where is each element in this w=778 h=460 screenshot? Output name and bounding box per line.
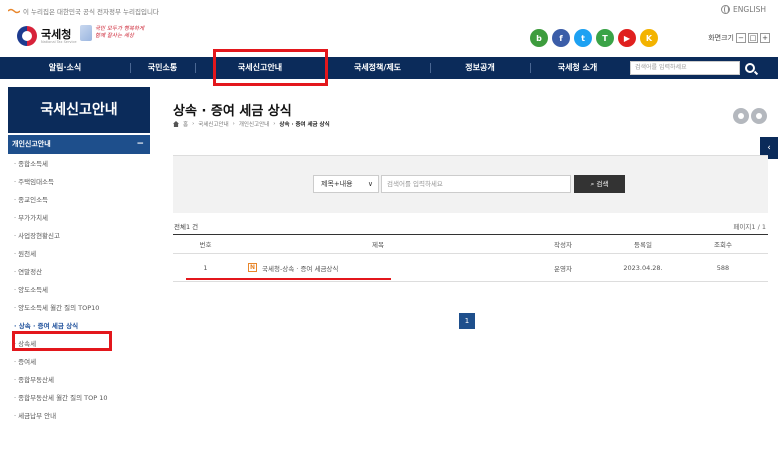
breadcrumb-item[interactable]: 국세신고안내 [198,120,228,128]
row-views: 588 [716,263,730,272]
sidebar-subtitle-label: 개인신고안내 [12,140,51,148]
nav-search-input[interactable]: 검색어를 입력하세요 [630,61,740,75]
sidebar-item[interactable]: · 상속 · 증여 세금 상식 [14,322,150,330]
kakao-icon[interactable]: K [640,29,658,47]
breadcrumb-sep: › [192,121,195,127]
col-views: 조회수 [714,241,732,249]
print-icon[interactable] [751,108,767,124]
sidebar-item[interactable]: · 종교인소득 [14,196,150,204]
search-panel: 제목+내용 ∨ 검색어를 입력하세요 ⌕ 검색 [173,155,768,213]
talk-icon[interactable]: T [596,29,614,47]
page-info: 페이지1 / 1 [733,223,766,231]
slogan: 국민 모두가 행복하게 함께 잘사는 세상 [80,25,144,41]
sidebar-item[interactable]: · 사업장현황신고 [14,232,150,240]
font-reset-button[interactable]: □ [748,33,758,43]
gov-banner-text: 이 누리집은 대한민국 공식 전자정부 누리집입니다 [23,8,159,16]
sidebar-item[interactable]: · 양도소득세 월간 질의 TOP10 [14,304,150,312]
col-writer: 작성자 [554,241,572,249]
sidebar-item[interactable]: · 종합부동산세 월간 질의 TOP 10 [14,394,150,402]
col-number: 번호 [199,241,212,249]
pagination-current[interactable]: 1 [459,313,475,329]
site-logo-name: 국세청 [41,27,72,41]
sns-links: b f t T ▶ K [530,29,658,47]
nav-item-communication[interactable]: 국민소통 [130,57,195,79]
row-date: 2023.04.28. [623,263,663,272]
chevron-down-icon: ∨ [367,180,373,188]
search-icon [745,63,755,73]
breadcrumb-home[interactable]: 홈 [183,120,188,128]
slogan-mark-icon [80,25,92,41]
font-decrease-button[interactable]: − [736,33,746,43]
search-scope-select[interactable]: 제목+내용 ∨ [313,175,379,193]
post-table: 번호 제목 작성자 등록일 조회수 1 N 국세청-상속 · 증여 세금상식 운… [173,234,768,282]
facebook-icon[interactable]: f [552,29,570,47]
share-icon[interactable] [733,108,749,124]
breadcrumb-current: 상속 · 증여 세금 상식 [279,122,330,128]
home-icon[interactable] [173,121,179,127]
sidebar-subtitle[interactable]: 개인신고안내 − [8,135,150,154]
gov-banner: 이 누리집은 대한민국 공식 전자정부 누리집입니다 ENGLISH [0,0,778,22]
sidebar-item[interactable]: · 세금납부 안내 [14,412,150,420]
sidebar-item[interactable]: · 종합부동산세 [14,376,150,384]
breadcrumb: 홈 › 국세신고안내 › 개인신고안내 › 상속 · 증여 세금 상식 [173,120,330,128]
col-title: 제목 [372,241,384,249]
search-icon: ⌕ [590,180,595,188]
slogan-line1: 국민 모두가 행복하게 [95,26,145,32]
search-button[interactable]: ⌕ 검색 [574,175,625,193]
sidebar-item[interactable]: · 종합소득세 [14,160,150,168]
row-title-cell[interactable]: N 국세청-상속 · 증여 세금상식 [238,263,518,273]
nav-item-news[interactable]: 알림·소식 [0,57,130,79]
sidebar-item[interactable]: · 원천세 [14,250,150,258]
search-input[interactable]: 검색어를 입력하세요 [381,175,571,193]
col-date: 등록일 [634,241,652,249]
nav-item-about[interactable]: 국세청 소개 [530,57,625,79]
site-logo-sub: National Tax Service [41,39,77,44]
blog-icon[interactable]: b [530,29,548,47]
english-label: ENGLISH [733,5,766,14]
sidebar-item[interactable]: · 연말정산 [14,268,150,276]
new-badge-icon: N [248,263,257,272]
breadcrumb-item[interactable]: 개인신고안내 [239,120,269,128]
youtube-icon[interactable]: ▶ [618,29,636,47]
globe-icon [721,5,731,14]
slogan-line2: 함께 잘사는 세상 [95,33,134,39]
sidebar-item[interactable]: · 양도소득세 [14,286,150,294]
row-title[interactable]: 국세청-상속 · 증여 세금상식 [262,263,338,273]
page-title: 상속 · 증여 세금 상식 [173,104,292,119]
sidebar-item[interactable]: · 증여세 [14,358,150,366]
breadcrumb-sep: › [273,121,276,127]
sidebar-menu: · 종합소득세 · 주택임대소득 · 종교인소득 · 부가가치세 · 사업장현황신고 · … [14,160,150,430]
nts-emblem-icon [17,26,37,46]
gov-mark-icon [8,8,20,14]
search-scope-value: 제목+내용 [321,180,353,188]
table-header: 번호 제목 작성자 등록일 조회수 [173,234,768,254]
nav-active-highlight [213,49,328,86]
nav-item-disclosure[interactable]: 정보공개 [430,57,530,79]
site-logo[interactable]: 국세청 National Tax Service [17,26,77,46]
nav-search-button[interactable] [742,60,758,76]
search-button-label: 검색 [596,180,609,188]
sidebar-active-highlight [12,331,112,351]
font-increase-button[interactable]: + [760,33,770,43]
row-number: 1 [203,263,208,272]
font-size-control: 화면크기 − □ + [708,33,770,43]
sidebar-item[interactable]: · 주택임대소득 [14,178,150,186]
breadcrumb-sep: › [232,121,235,127]
font-size-label: 화면크기 [708,34,734,42]
sidebar-title: 국세신고안내 [8,87,150,133]
twitter-icon[interactable]: t [574,29,592,47]
sidebar-item[interactable]: · 부가가치세 [14,214,150,222]
total-count: 전체1 건 [174,223,199,231]
english-link[interactable]: ENGLISH [721,5,766,14]
nav-item-tax-policy[interactable]: 국세정책/제도 [325,57,430,79]
collapse-icon: − [136,139,144,149]
row-highlight-underline [186,278,391,280]
row-writer: 운영자 [554,264,572,273]
